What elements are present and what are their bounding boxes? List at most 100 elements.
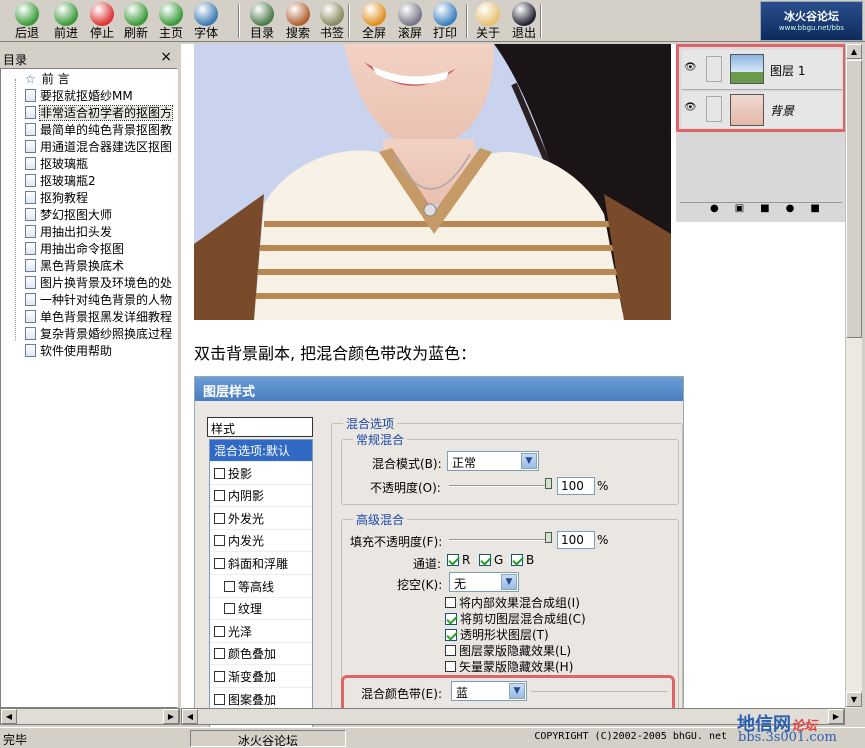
toc-item[interactable]: 用抽出命令抠图 — [25, 241, 124, 258]
layer-style-dialog: 图层样式 样式 混合选项:默认 投影 内阴影 外发光 内发光 斜面和浮雕 等高线 纹理 光泽 颜色… — [194, 376, 684, 739]
checkbox[interactable] — [445, 645, 456, 656]
toc-item[interactable]: 图片换背景及环境色的处 — [25, 275, 172, 292]
print-button[interactable]: 打印 — [427, 1, 463, 41]
blend-if-select[interactable]: 蓝 ▼ — [451, 681, 527, 701]
style-item[interactable]: 混合选项:默认 — [210, 440, 312, 462]
channel-b-checkbox[interactable]: B — [511, 553, 534, 567]
page-icon — [25, 344, 36, 357]
toc-item[interactable]: ☆ 前 言 — [25, 71, 70, 88]
scroll-left-icon[interactable]: ◀ — [1, 709, 17, 724]
style-item[interactable]: 斜面和浮雕 — [210, 553, 312, 575]
channel-r-checkbox[interactable]: R — [447, 553, 470, 567]
slider-handle[interactable] — [545, 478, 552, 489]
font-button[interactable]: 字体 — [188, 1, 224, 41]
fill-opacity-input[interactable]: 100 — [557, 531, 595, 549]
toc-item[interactable]: 一种针对纯色背景的人物 — [25, 292, 172, 309]
scroll-button[interactable]: 滚屏 — [392, 1, 428, 41]
slider-handle[interactable] — [545, 532, 552, 543]
toc-item[interactable]: 用通道混合器建选区抠图 — [25, 139, 172, 156]
toc-item[interactable]: 抠玻璃瓶2 — [25, 173, 96, 190]
toc-item[interactable]: 抠狗教程 — [25, 190, 88, 207]
style-item[interactable]: 光泽 — [210, 621, 312, 643]
layer-name[interactable]: 图层 1 — [770, 62, 805, 79]
toc-item[interactable]: 复杂背景婚纱照换底过程 — [25, 326, 172, 343]
checkbox[interactable] — [445, 613, 457, 625]
page-icon — [25, 327, 36, 340]
style-item[interactable]: 纹理 — [210, 598, 312, 621]
toc-item[interactable]: 要抠就抠婚纱MM — [25, 88, 133, 105]
toc-item[interactable]: 梦幻抠图大师 — [25, 207, 112, 224]
search-button[interactable]: 搜索 — [280, 1, 316, 41]
about-button[interactable]: 关于 — [470, 1, 506, 41]
toolbar-separator — [466, 4, 468, 38]
blend-if-label: 混合颜色带(E): — [361, 687, 442, 701]
general-blending-legend: 常规混合 — [353, 431, 408, 448]
eye-icon[interactable]: 👁 — [684, 62, 697, 73]
toc-item[interactable]: 抠玻璃瓶 — [25, 156, 88, 173]
style-item[interactable]: 内阴影 — [210, 485, 312, 508]
forward-button[interactable]: 前进 — [48, 1, 84, 41]
scroll-left-icon[interactable]: ◀ — [182, 709, 198, 724]
style-checkbox[interactable] — [214, 512, 225, 524]
style-checkbox[interactable] — [224, 603, 235, 615]
toc-item[interactable]: 单色背景抠黑发详细教程 — [25, 309, 172, 326]
style-item[interactable]: 投影 — [210, 463, 312, 485]
opacity-input[interactable]: 100 — [557, 477, 595, 495]
toc-item[interactable]: 非常适合初学者的抠图方 — [25, 105, 174, 122]
home-button[interactable]: 主页 — [153, 1, 189, 41]
toc-item[interactable]: 软件使用帮助 — [25, 343, 112, 360]
content-vscrollbar[interactable]: ▲ ▼ — [845, 44, 862, 708]
styles-header: 样式 — [207, 417, 313, 437]
style-item[interactable]: 内发光 — [210, 530, 312, 553]
page-icon — [25, 276, 36, 289]
layer-name[interactable]: 背景 — [770, 102, 794, 119]
style-checkbox[interactable] — [214, 671, 225, 682]
blend-option-checkbox[interactable]: 矢量蒙版隐藏效果(H) — [445, 658, 573, 675]
style-checkbox[interactable] — [214, 648, 225, 660]
blend-mode-select[interactable]: 正常 ▼ — [447, 451, 539, 471]
knockout-select[interactable]: 无 ▼ — [449, 572, 519, 592]
toc-item[interactable]: 最简单的纯色背景抠图教 — [25, 122, 172, 139]
style-item[interactable]: 渐变叠加 — [210, 666, 312, 688]
channel-g-checkbox[interactable]: G — [479, 553, 503, 567]
blend-option-checkbox[interactable]: 将内部效果混合成组(I) — [445, 594, 580, 611]
blend-option-checkbox[interactable]: 将剪切图层混合成组(C) — [445, 610, 586, 627]
scrollbar-thumb[interactable] — [846, 60, 862, 338]
refresh-button[interactable]: 刷新 — [118, 1, 154, 41]
sidebar-hscrollbar[interactable]: ◀ ▶ — [0, 708, 180, 725]
bookmark-button[interactable]: 书签 — [314, 1, 350, 41]
style-checkbox[interactable] — [214, 490, 225, 502]
checkbox[interactable] — [445, 629, 457, 641]
exit-button[interactable]: 退出 — [506, 1, 542, 41]
toc-item[interactable]: 用抽出扣头发 — [25, 224, 112, 241]
sidebar-close-button[interactable]: × — [160, 49, 172, 65]
style-checkbox[interactable] — [214, 467, 225, 479]
style-checkbox[interactable] — [214, 693, 225, 705]
style-checkbox[interactable] — [214, 535, 225, 547]
blend-option-checkbox[interactable]: 透明形状图层(T) — [445, 626, 549, 643]
checkbox[interactable] — [445, 661, 456, 672]
toc-item[interactable]: 黑色背景换底术 — [25, 258, 124, 275]
style-checkbox[interactable] — [214, 558, 225, 569]
status-copyright: COPYRIGHT (C)2002-2005 bhGU. net — [534, 731, 727, 742]
layer-tools[interactable]: ●▣■●■ — [680, 202, 842, 218]
scroll-right-icon[interactable]: ▶ — [163, 709, 179, 724]
style-item[interactable]: 等高线 — [210, 576, 312, 598]
style-checkbox[interactable] — [224, 580, 235, 592]
toc-button[interactable]: 目录 — [244, 1, 280, 41]
style-checkbox[interactable] — [214, 625, 225, 637]
fill-slider[interactable] — [449, 539, 549, 541]
eye-icon[interactable]: 👁 — [684, 102, 697, 113]
stop-button[interactable]: 停止 — [84, 1, 120, 41]
style-item[interactable]: 外发光 — [210, 508, 312, 530]
blend-option-checkbox[interactable]: 图层蒙版隐藏效果(L) — [445, 642, 571, 659]
checkbox[interactable] — [445, 597, 456, 608]
style-item[interactable]: 颜色叠加 — [210, 643, 312, 666]
scroll-right-icon[interactable]: ▶ — [828, 709, 844, 724]
scroll-down-icon[interactable]: ▼ — [846, 692, 862, 707]
scroll-up-icon[interactable]: ▲ — [846, 44, 862, 59]
back-button[interactable]: 后退 — [9, 1, 45, 41]
opacity-slider[interactable] — [449, 485, 549, 487]
page-icon — [25, 310, 36, 323]
fullscreen-button[interactable]: 全屏 — [356, 1, 392, 41]
